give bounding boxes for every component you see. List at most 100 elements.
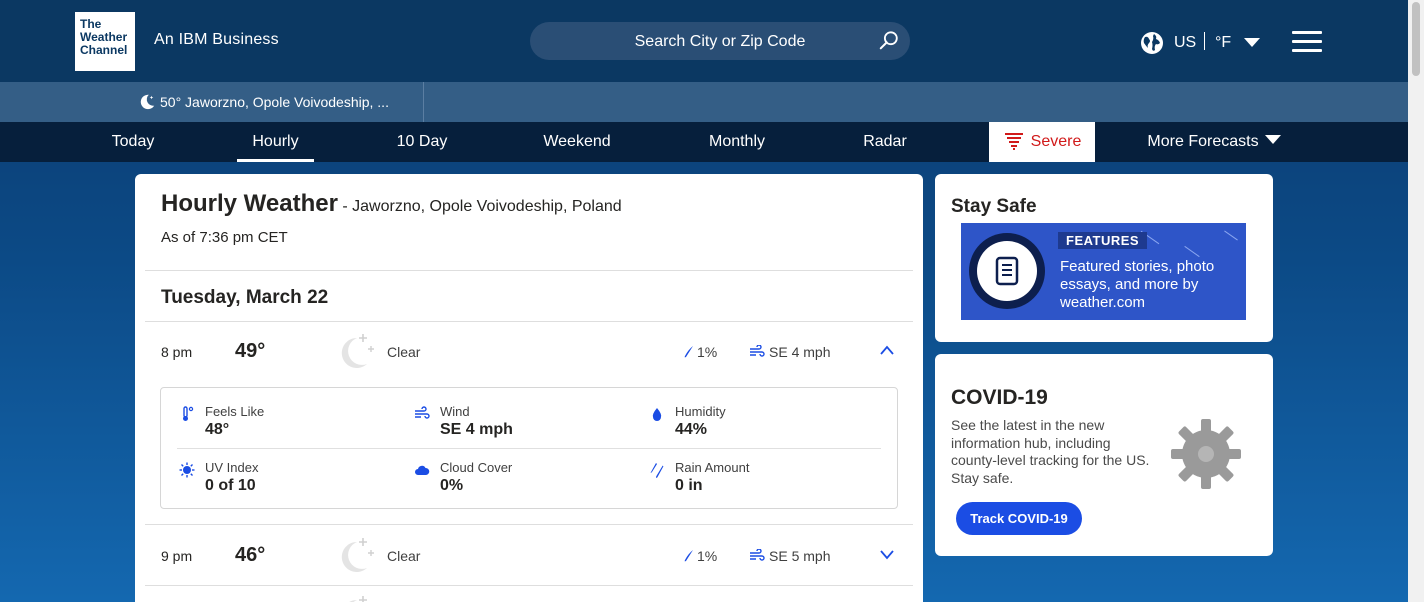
menu-bar — [1292, 31, 1322, 34]
search-placeholder: Search City or Zip Code — [634, 33, 806, 50]
active-tab-indicator — [237, 159, 314, 162]
country-label: US — [1174, 34, 1197, 51]
page-scrollbar[interactable] — [1408, 0, 1424, 602]
rain-drop-icon — [684, 550, 693, 562]
hour-temp: 49° — [235, 340, 266, 362]
features-tag: FEATURES — [1058, 232, 1148, 249]
card-title: COVID-19 — [951, 386, 1048, 409]
detail-rain-amount: Rain Amount 0 in — [649, 460, 869, 500]
clear-night-icon — [349, 596, 367, 602]
site-header: The Weather Channel An IBM Business Sear… — [0, 0, 1408, 82]
chevron-down-icon — [1244, 38, 1260, 47]
rain-drop-icon — [684, 346, 693, 358]
logo-line: Channel — [80, 43, 128, 57]
moon-icon — [140, 94, 155, 110]
document-icon — [995, 256, 1019, 286]
hour-precip: 1% — [683, 548, 717, 564]
detail-label: Cloud Cover — [440, 460, 513, 475]
current-location-link[interactable]: 50° Jaworzno, Opole Voivodeship, ... — [138, 93, 389, 111]
wind-value: SE 5 mph — [769, 548, 831, 564]
hour-temp: 46° — [235, 544, 266, 566]
sun-icon — [179, 462, 195, 478]
detail-wind: Wind SE 4 mph — [414, 404, 634, 444]
tab-10-day[interactable]: 10 Day — [383, 122, 461, 162]
tab-label: Weekend — [543, 133, 611, 150]
forecast-nav: Today Hourly 10 Day Weekend Monthly Rada… — [0, 122, 1408, 162]
tab-hourly[interactable]: Hourly — [237, 122, 314, 162]
detail-uv-index: UV Index 0 of 10 — [179, 460, 399, 500]
current-location-text: 50° Jaworzno, Opole Voivodeship, ... — [160, 94, 389, 110]
thermometer-icon — [183, 406, 194, 421]
tab-label: Monthly — [708, 133, 766, 150]
covid-card: COVID-19 See the latest in the new infor… — [935, 354, 1273, 556]
clear-night-icon — [341, 538, 374, 572]
chevron-up-icon[interactable] — [879, 344, 895, 356]
search-icon[interactable] — [878, 30, 900, 52]
tornado-icon — [1004, 133, 1023, 150]
detail-label: Rain Amount — [675, 460, 750, 475]
card-title: Stay Safe — [951, 196, 1037, 217]
detail-label: Wind — [440, 404, 470, 419]
detail-cloud-cover: Cloud Cover 0% — [414, 460, 634, 500]
divider — [177, 448, 881, 449]
wind-icon — [750, 548, 765, 561]
tab-label: Today — [111, 133, 155, 150]
detail-label: Feels Like — [205, 404, 265, 419]
divider — [1204, 32, 1205, 50]
virus-icon — [1171, 419, 1241, 489]
hour-details-panel: Feels Like 48° Wind SE 4 mph Humidity 44… — [160, 387, 898, 509]
scrollbar-thumb[interactable] — [1412, 2, 1420, 76]
wind-value: SE 4 mph — [769, 344, 831, 360]
tab-today[interactable]: Today — [98, 122, 168, 162]
hour-condition: Clear — [387, 548, 421, 564]
tab-monthly[interactable]: Monthly — [694, 122, 780, 162]
as-of-timestamp: As of 7:36 pm CET — [161, 229, 288, 246]
clear-night-icon — [341, 334, 374, 368]
tab-label: 10 Day — [396, 133, 448, 150]
wind-icon — [415, 406, 430, 419]
menu-bar — [1292, 40, 1322, 43]
ibm-tagline: An IBM Business — [154, 31, 279, 48]
promo-badge-inner — [977, 241, 1037, 301]
chevron-down-icon[interactable] — [879, 548, 895, 560]
tab-severe[interactable]: Severe — [989, 122, 1095, 162]
page-location: - Jaworzno, Opole Voivodeship, Poland — [337, 198, 622, 215]
features-promo[interactable]: FEATURES Featured stories, photo essays,… — [961, 223, 1246, 320]
decoration — [1184, 245, 1200, 258]
tab-radar[interactable]: Radar — [853, 122, 917, 162]
detail-value: 48° — [205, 421, 230, 438]
menu-bar — [1292, 49, 1322, 52]
divider — [145, 524, 913, 525]
track-covid-button[interactable]: Track COVID-19 — [956, 502, 1082, 535]
precip-value: 1% — [697, 548, 718, 564]
divider — [145, 270, 913, 271]
cloud-icon — [415, 465, 430, 475]
weather-channel-logo[interactable]: The Weather Channel — [75, 12, 135, 71]
wind-icon — [750, 344, 765, 357]
divider — [423, 82, 424, 122]
globe-icon — [1141, 32, 1163, 54]
stay-safe-card: Stay Safe FEATURES Featured stories, pho… — [935, 174, 1273, 342]
promo-badge — [969, 233, 1045, 309]
tab-label: Radar — [863, 133, 907, 150]
hourly-forecast-card: Hourly Weather - Jaworzno, Opole Voivode… — [135, 174, 923, 602]
tab-more-forecasts[interactable]: More Forecasts — [1140, 122, 1288, 162]
hamburger-menu-button[interactable] — [1292, 31, 1322, 53]
detail-label: Humidity — [675, 404, 726, 419]
unit-label: °F — [1215, 34, 1232, 51]
covid-description: See the latest in the new information hu… — [951, 417, 1150, 486]
detail-label: UV Index — [205, 460, 259, 475]
hour-row[interactable]: 9 pm 46° Clear 1% SE 5 mph — [145, 526, 913, 586]
humidity-drop-icon — [652, 408, 662, 421]
hour-row[interactable]: 8 pm 49° Clear 1% SE 4 mph — [145, 322, 913, 382]
detail-value: 44% — [675, 421, 708, 438]
hour-time: 8 pm — [161, 344, 193, 360]
tab-label: Severe — [1030, 133, 1082, 150]
search-input[interactable]: Search City or Zip Code — [530, 22, 910, 60]
detail-value: 0% — [440, 477, 464, 494]
recent-locations-bar: 50° Jaworzno, Opole Voivodeship, ... — [0, 82, 1408, 122]
hour-precip: 1% — [683, 344, 717, 360]
precip-value: 1% — [697, 344, 718, 360]
page-title: Hourly Weather - Jaworzno, Opole Voivode… — [161, 190, 622, 218]
tab-weekend[interactable]: Weekend — [532, 122, 622, 162]
